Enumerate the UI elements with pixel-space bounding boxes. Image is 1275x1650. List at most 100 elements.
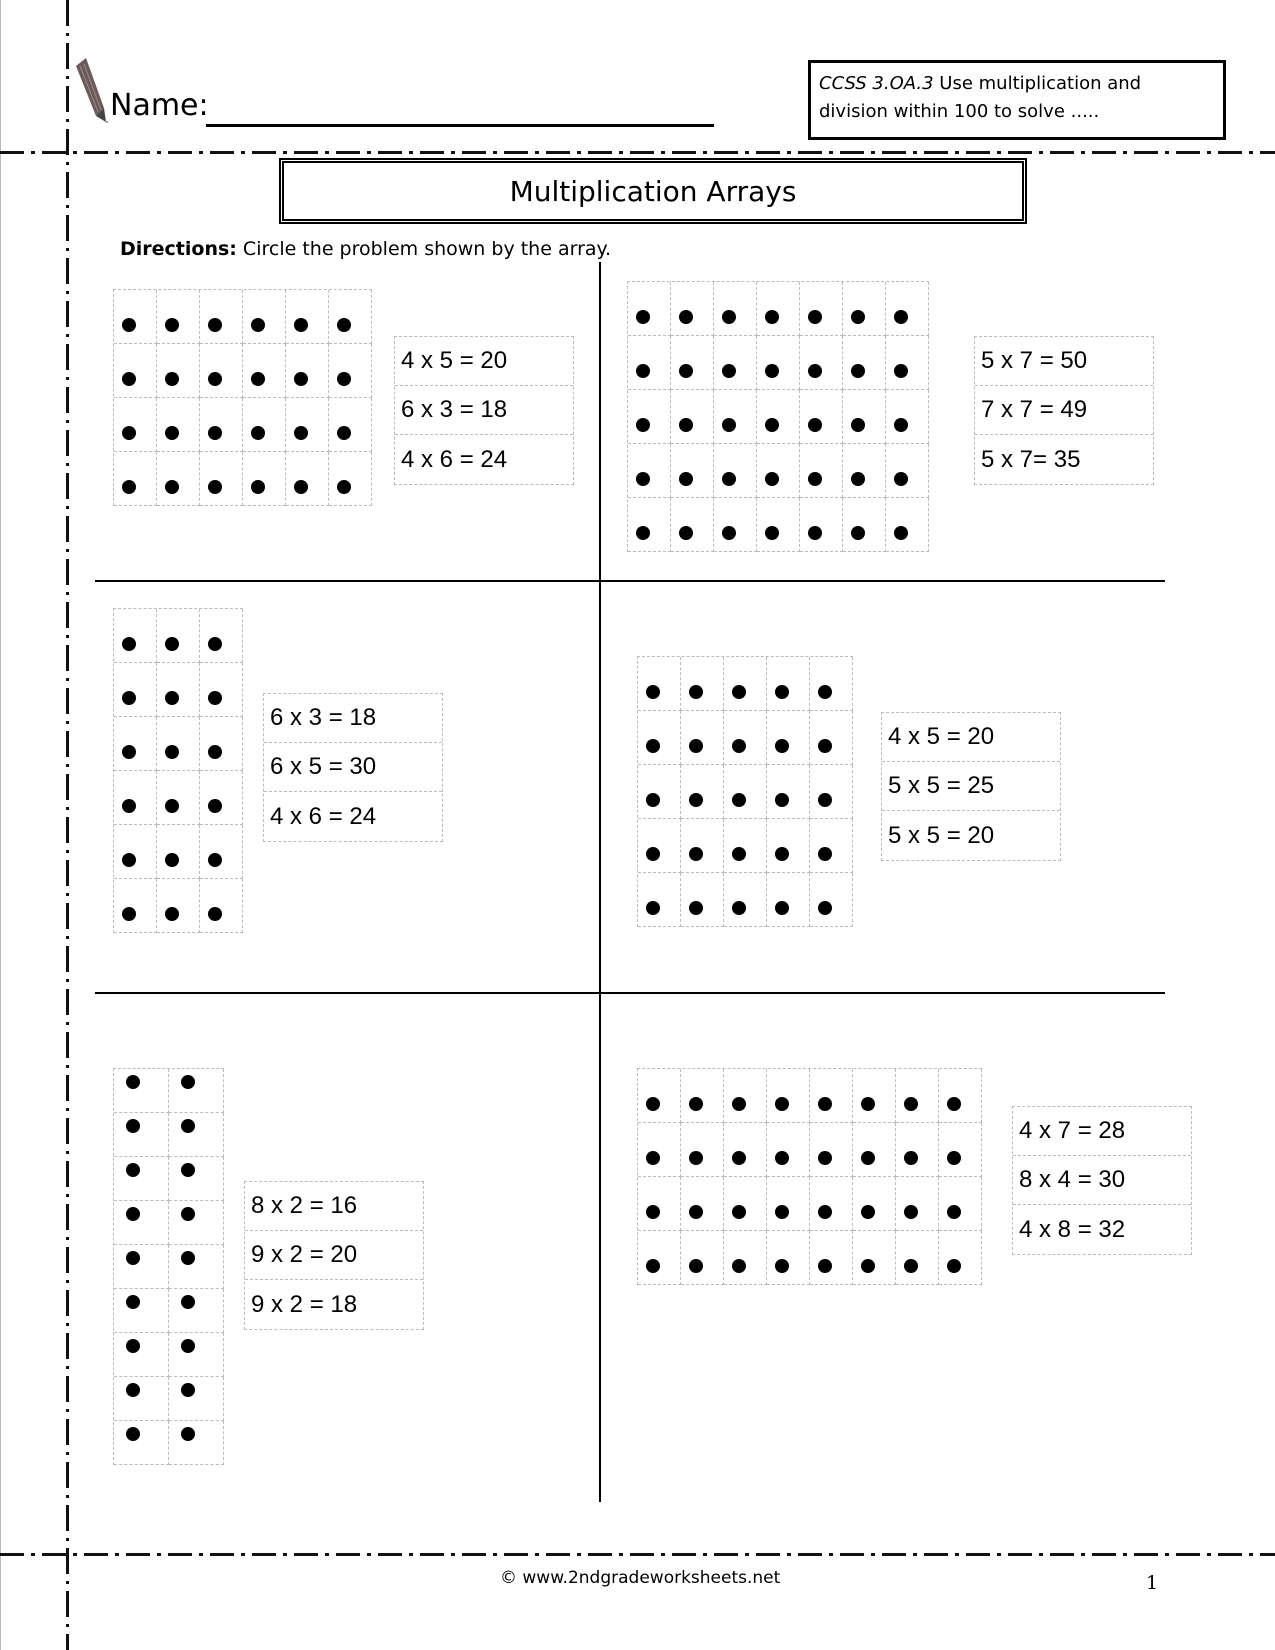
- array-dot: [126, 1339, 140, 1353]
- array-cell: [157, 717, 200, 771]
- answer-choice[interactable]: 5 x 5 = 20: [882, 811, 1060, 860]
- array-cell: [810, 765, 853, 819]
- array-dot: [337, 480, 351, 494]
- answer-choice[interactable]: 7 x 7 = 49: [975, 386, 1153, 435]
- answer-choices-2: 5 x 7 = 50 7 x 7 = 49 5 x 7= 35: [974, 336, 1154, 485]
- array-dot: [122, 637, 136, 651]
- answer-choice[interactable]: 8 x 4 = 30: [1013, 1156, 1191, 1205]
- array-cell: [286, 398, 329, 452]
- answer-choice[interactable]: 5 x 5 = 25: [882, 762, 1060, 811]
- array-cell: [114, 1157, 169, 1201]
- array-cell: [800, 390, 843, 444]
- array-cell: [329, 290, 372, 344]
- answer-choice[interactable]: 9 x 2 = 20: [245, 1231, 423, 1280]
- array-cell: [800, 444, 843, 498]
- array-dot: [689, 1151, 703, 1165]
- array-cell: [114, 1245, 169, 1289]
- answer-choice[interactable]: 5 x 7 = 50: [975, 337, 1153, 386]
- array-cell: [724, 657, 767, 711]
- answer-choice[interactable]: 4 x 5 = 20: [882, 713, 1060, 762]
- standard-line-1: CCSS 3.OA.3 Use multiplication and: [819, 73, 1142, 94]
- array-cell: [681, 711, 724, 765]
- array-cell: [114, 290, 157, 344]
- array-dot: [861, 1205, 875, 1219]
- array-dot: [775, 739, 789, 753]
- array-cell: [671, 336, 714, 390]
- array-cell: [114, 717, 157, 771]
- array-dot: [208, 691, 222, 705]
- array-dot: [947, 1205, 961, 1219]
- array-cell: [810, 873, 853, 927]
- answer-choice[interactable]: 9 x 2 = 18: [245, 1280, 423, 1329]
- standard-line-2: division within 100 to solve .....: [819, 101, 1100, 122]
- dot-array-6: [637, 1068, 982, 1285]
- answer-choice[interactable]: 4 x 6 = 24: [264, 792, 442, 841]
- array-cell: [767, 1069, 810, 1123]
- array-dot: [818, 1259, 832, 1273]
- array-dot: [122, 853, 136, 867]
- array-dot: [818, 847, 832, 861]
- array-cell: [628, 336, 671, 390]
- dot-array-5: [113, 1068, 224, 1465]
- array-dot: [775, 685, 789, 699]
- guide-line-bottom: [0, 1553, 1275, 1556]
- array-dot: [208, 799, 222, 813]
- divider-vertical: [599, 262, 601, 1502]
- answer-choice[interactable]: 5 x 7= 35: [975, 435, 1153, 484]
- array-cell: [886, 444, 929, 498]
- array-dot: [947, 1097, 961, 1111]
- array-cell: [767, 819, 810, 873]
- array-dot: [122, 745, 136, 759]
- answer-choice[interactable]: 8 x 2 = 16: [245, 1182, 423, 1231]
- array-cell: [714, 444, 757, 498]
- array-dot: [775, 847, 789, 861]
- name-field[interactable]: [206, 124, 714, 127]
- array-cell: [843, 390, 886, 444]
- array-dot: [337, 318, 351, 332]
- array-dot: [732, 1151, 746, 1165]
- array-cell: [757, 390, 800, 444]
- array-cell: [939, 1069, 982, 1123]
- array-cell: [200, 398, 243, 452]
- answer-choice[interactable]: 6 x 5 = 30: [264, 743, 442, 792]
- array-dot: [646, 1259, 660, 1273]
- answer-choice[interactable]: 4 x 6 = 24: [395, 435, 573, 484]
- array-dot: [126, 1207, 140, 1221]
- array-cell: [114, 1201, 169, 1245]
- array-cell: [810, 1177, 853, 1231]
- answer-choice[interactable]: 4 x 8 = 32: [1013, 1205, 1191, 1254]
- dot-array-4: [637, 656, 853, 927]
- array-dot: [646, 793, 660, 807]
- array-cell: [757, 498, 800, 552]
- array-cell: [329, 398, 372, 452]
- array-cell: [157, 344, 200, 398]
- array-dot: [722, 472, 736, 486]
- answer-choice[interactable]: 4 x 5 = 20: [395, 337, 573, 386]
- answer-choice[interactable]: 6 x 3 = 18: [264, 694, 442, 743]
- array-cell: [939, 1123, 982, 1177]
- array-dot: [122, 318, 136, 332]
- array-cell: [200, 344, 243, 398]
- guide-line-top: [0, 151, 1275, 154]
- dot-array-3: [113, 608, 243, 933]
- array-dot: [894, 526, 908, 540]
- array-dot: [765, 526, 779, 540]
- array-dot: [808, 364, 822, 378]
- array-cell: [681, 873, 724, 927]
- array-cell: [757, 444, 800, 498]
- array-dot: [122, 799, 136, 813]
- array-cell: [767, 711, 810, 765]
- array-cell: [671, 282, 714, 336]
- array-dot: [126, 1119, 140, 1133]
- array-cell: [939, 1231, 982, 1285]
- array-dot: [808, 418, 822, 432]
- answer-choice[interactable]: 6 x 3 = 18: [395, 386, 573, 435]
- array-dot: [689, 739, 703, 753]
- array-dot: [165, 426, 179, 440]
- array-cell: [114, 1421, 169, 1465]
- array-dot: [294, 318, 308, 332]
- answer-choice[interactable]: 4 x 7 = 28: [1013, 1107, 1191, 1156]
- array-dot: [722, 418, 736, 432]
- array-cell: [896, 1177, 939, 1231]
- array-dot: [904, 1097, 918, 1111]
